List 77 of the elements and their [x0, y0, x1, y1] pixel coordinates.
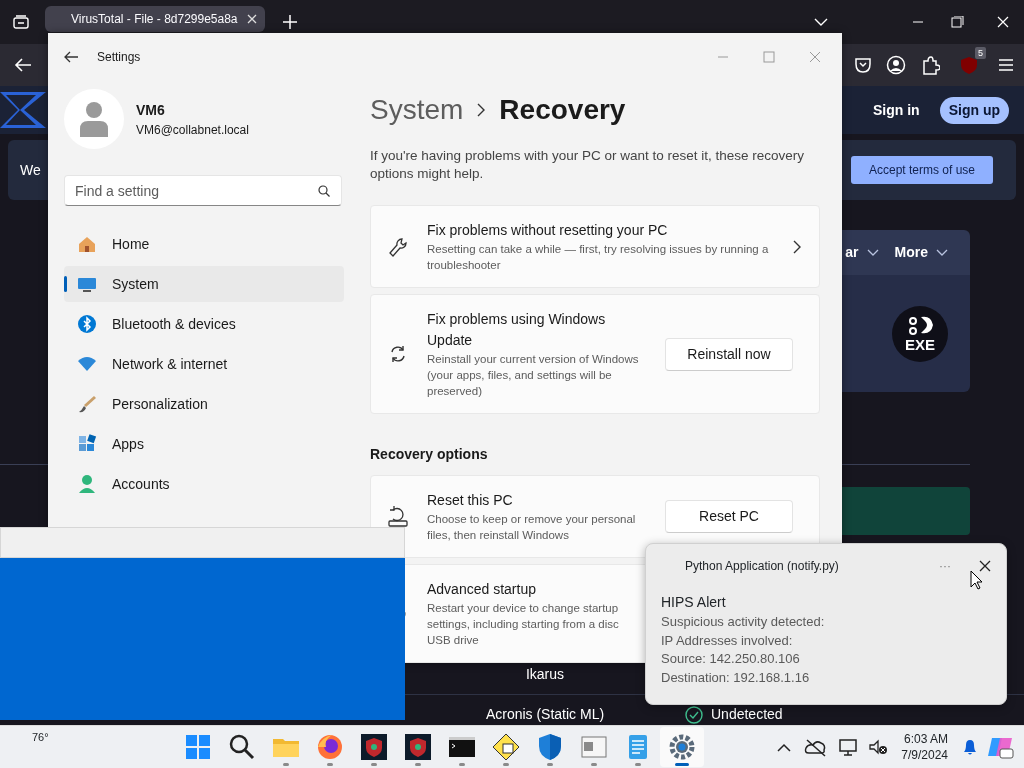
card-title: Fix problems without resetting your PC: [427, 221, 669, 240]
extension-badge: 5: [975, 47, 986, 59]
search-field[interactable]: Find a setting: [64, 175, 342, 206]
menu-icon[interactable]: [998, 58, 1014, 72]
shield-icon: [402, 731, 434, 763]
sidebar-item[interactable]: Home: [64, 226, 344, 262]
sign-up-button[interactable]: Sign up: [939, 96, 1009, 124]
sidebar-item[interactable]: Personalization: [64, 386, 344, 422]
person-icon: [79, 101, 109, 137]
sidebar-item[interactable]: Bluetooth & devices: [64, 306, 344, 342]
file-type-badge: EXE: [892, 305, 948, 362]
sidebar-item[interactable]: Accounts: [64, 466, 344, 502]
sidebar-item[interactable]: Network & internet: [64, 346, 344, 382]
section-heading: Recovery options: [370, 445, 489, 464]
person-icon: [76, 473, 98, 495]
banner-text: We: [20, 160, 41, 180]
notification-title: HIPS Alert: [661, 593, 727, 612]
bluetooth-icon: [76, 313, 98, 335]
card-title: Reset this PC: [427, 491, 514, 510]
card-description: Choose to keep or remove your personal files, then reinstall Windows: [427, 512, 637, 543]
back-arrow-icon[interactable]: [63, 50, 79, 64]
page-title: Recovery: [499, 93, 626, 127]
sidebar-item[interactable]: Apps: [64, 426, 344, 462]
check-circle-icon: [685, 705, 703, 724]
shield-icon: [959, 55, 979, 75]
close-button[interactable]: [979, 560, 991, 572]
notification-text: Destination: 192.168.1.16: [661, 668, 811, 687]
action-button[interactable]: Reset PC: [665, 500, 793, 533]
card-description: Resetting can take a while — first, try resolving issues by running a troubleshooter: [427, 242, 770, 273]
extension-button[interactable]: 5: [954, 50, 984, 80]
notification-text: Suspicious activity detected:: [661, 613, 826, 631]
account-icon[interactable]: [886, 55, 906, 75]
breadcrumb-link[interactable]: System: [370, 89, 464, 131]
search-icon: [318, 185, 330, 197]
user-name: VM6: [136, 100, 166, 120]
engine-name: Ikarus: [525, 665, 565, 684]
chevron-down-icon: [866, 249, 879, 256]
browser-tab[interactable]: VirusTotal - File - 8d7299e5a8a: [45, 6, 265, 32]
logo-icon[interactable]: [0, 90, 46, 130]
chevron-right-icon: [793, 239, 801, 254]
plus-icon: [283, 15, 297, 29]
sidebar-item[interactable]: System: [64, 266, 344, 302]
detection-result: Undetected: [711, 705, 783, 724]
card-title: Advanced startup: [427, 580, 537, 599]
menu-dropdown[interactable]: ar: [845, 242, 879, 263]
accept-terms-button[interactable]: Accept terms of use: [850, 156, 993, 184]
engine-name: Acronis (Static ML): [485, 705, 605, 724]
clock[interactable]: 6:03 AM 7/9/2024: [901, 731, 948, 763]
chevron-down-icon[interactable]: [814, 18, 828, 26]
extensions-icon[interactable]: [920, 55, 940, 75]
wrench-icon: [387, 235, 409, 258]
diamond-app-icon: [490, 731, 522, 763]
notification-text: Source: 142.250.80.106: [661, 650, 801, 668]
tab-list-icon: [13, 15, 29, 29]
chevron-down-icon: [936, 249, 948, 256]
chevron-right-icon: [477, 103, 486, 117]
speaker-muted-icon[interactable]: [867, 737, 890, 757]
card-title: Fix problems using Windows Update: [427, 310, 607, 350]
menu-dropdown[interactable]: More: [894, 242, 948, 263]
cursor-icon: [970, 570, 984, 590]
intro-text: If you're having problems with your PC or want to reset it, these recovery options might help.: [370, 147, 806, 183]
close-icon: [979, 560, 991, 572]
card-description: Restart your device to change startup settings, including starting from a disc USB drive: [427, 601, 620, 648]
more-options-button[interactable]: ···: [933, 556, 957, 576]
card-description: Reinstall your current version of Windows (your apps, files, and settings will be preserved): [427, 352, 640, 399]
reset-pc-icon: [387, 505, 409, 528]
weather-text[interactable]: 76°: [32, 729, 152, 746]
notification-text: IP Addresses involved:: [661, 631, 794, 650]
app-name: Python Application (notify.py): [685, 558, 839, 575]
pocket-icon[interactable]: [854, 56, 872, 74]
sign-in-link[interactable]: Sign in: [867, 98, 926, 122]
user-email: VM6@collabnet.local: [136, 121, 249, 139]
window-title: Settings: [97, 49, 141, 66]
close-icon[interactable]: [247, 14, 257, 24]
settings-card[interactable]: Fix problems without resetting your PC Resetting can take a while — first, try resolving issues by running a troubleshooter: [370, 205, 820, 288]
shield-icon: [358, 731, 390, 763]
action-button[interactable]: Reinstall now: [665, 337, 793, 371]
